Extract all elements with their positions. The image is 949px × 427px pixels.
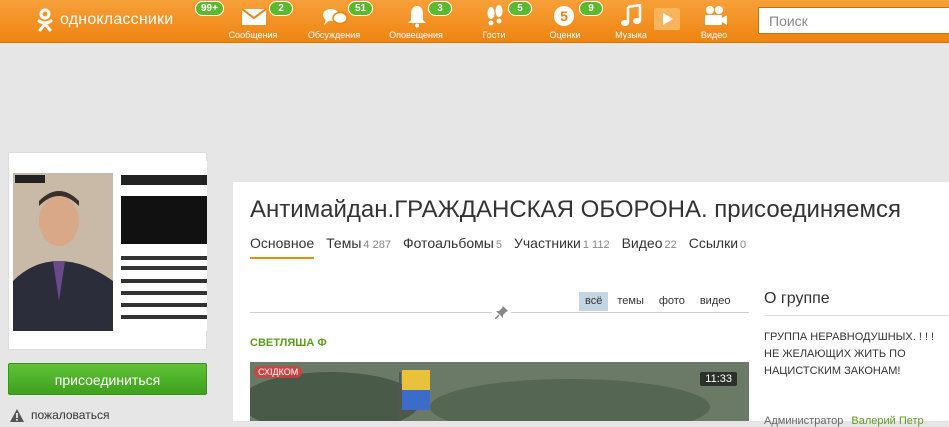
nav-label: Музыка [615,30,647,40]
nav-label: Сообщения [228,30,278,40]
complain-label: пожаловаться [31,408,110,422]
tab-count: 0 [740,239,747,251]
admin-line: Администратор Валерий Петр [764,415,924,427]
search-box[interactable] [758,7,949,34]
logo-text: одноклассники [60,11,174,28]
nav-notifications[interactable]: 3 Оповещения [386,0,452,42]
complain-link[interactable]: пожаловаться [10,408,109,422]
group-avatar-card [8,152,207,350]
nav-messages[interactable]: 2 Сообщения [223,0,293,42]
filter-all[interactable]: всё [579,292,609,311]
bell-icon [408,6,426,28]
group-title: Антимайдан.ГРАЖДАНСКАЯ ОБОРОНА. присоеди… [250,196,901,223]
top-bar: одноклассники 99+ 2 Сообщения 51 Обсужде… [0,0,949,43]
tab-main[interactable]: Основное [250,235,315,259]
notifications-badge: 3 [428,1,452,16]
group-tabs: Основное Темы 4 287 Фотоальбомы 5 Участник… [250,235,758,259]
nav-label: Гости [482,30,506,40]
tab-photo-albums[interactable]: Фотоальбомы 5 [403,235,502,259]
post-author[interactable]: СВЕТЛЯША Ф [250,337,327,349]
nav-label: Видео [700,30,728,40]
video-duration: 11:33 [700,372,737,386]
tab-links[interactable]: Ссылки 0 [689,235,746,259]
envelope-icon [241,8,267,25]
ok-logo-icon [37,8,53,32]
nav-label: Оценки [549,30,581,40]
logo-badge: 99+ [195,1,224,16]
video-channel-logo: СХІДКОМ [254,366,303,378]
feed-filters: всё темы фото видео [576,292,736,311]
warning-icon [10,408,24,422]
video-thumbnail[interactable]: СХІДКОМ 11:33 [250,362,749,421]
messages-badge: 2 [269,1,293,16]
about-divider [764,315,949,316]
group-avatar[interactable] [13,161,207,331]
five-rating-icon: 5 [554,6,574,26]
nav-video[interactable]: Видео [684,0,744,42]
logo[interactable]: одноклассники [36,8,173,32]
nav-discussions[interactable]: 51 Обсуждения [304,0,374,42]
play-icon[interactable] [654,8,680,30]
group-main-panel: Антимайдан.ГРАЖДАНСКАЯ ОБОРОНА. присоеди… [233,182,949,427]
search-input[interactable] [759,8,949,33]
filter-topics[interactable]: темы [611,292,650,311]
filter-photo[interactable]: фото [653,292,691,311]
about-text: ГРУППА НЕРАВНОДУШНЫХ. ! ! ! НЕ ЖЕЛАЮЩИХ … [764,331,935,377]
discussions-badge: 51 [348,1,374,16]
avatar-photo-icon [13,161,207,331]
nav-music[interactable]: Музыка [601,0,661,42]
join-button[interactable]: присоединиться [8,363,207,395]
tab-topics[interactable]: Темы 4 287 [326,235,391,259]
admin-link[interactable]: Валерий Петр [851,415,923,427]
ratings-badge: 9 [579,1,603,16]
music-note-icon [621,4,642,26]
nav-label: Обсуждения [307,30,361,40]
nav-label: Оповещения [389,30,443,40]
guests-badge: 5 [508,1,532,16]
tab-count: 5 [495,239,502,251]
admin-label: Администратор [764,415,844,427]
tab-count: 1 112 [582,239,610,251]
tab-label: Основное [250,235,315,251]
tab-label: Фотоальбомы [402,235,494,251]
nav-guests[interactable]: 5 Гости [464,0,532,42]
svg-text:5: 5 [560,8,568,24]
video-preview-icon [250,362,749,421]
about-title: О группе [764,290,830,307]
tab-label: Видео [621,235,663,251]
tab-members[interactable]: Участники 1 112 [514,235,610,259]
nav-ratings[interactable]: 5 9 Оценки [535,0,603,42]
tab-label: Участники [513,235,581,251]
tab-count: 22 [664,239,677,251]
filter-video[interactable]: видео [694,292,737,311]
tab-label: Ссылки [688,235,739,251]
pin-icon [492,306,511,319]
video-camera-icon [705,6,727,25]
tab-video[interactable]: Видео 22 [622,235,677,259]
tab-count: 4 287 [363,239,391,251]
footprints-icon [487,5,503,26]
chat-bubbles-icon [323,9,348,25]
tab-label: Темы [326,235,362,251]
